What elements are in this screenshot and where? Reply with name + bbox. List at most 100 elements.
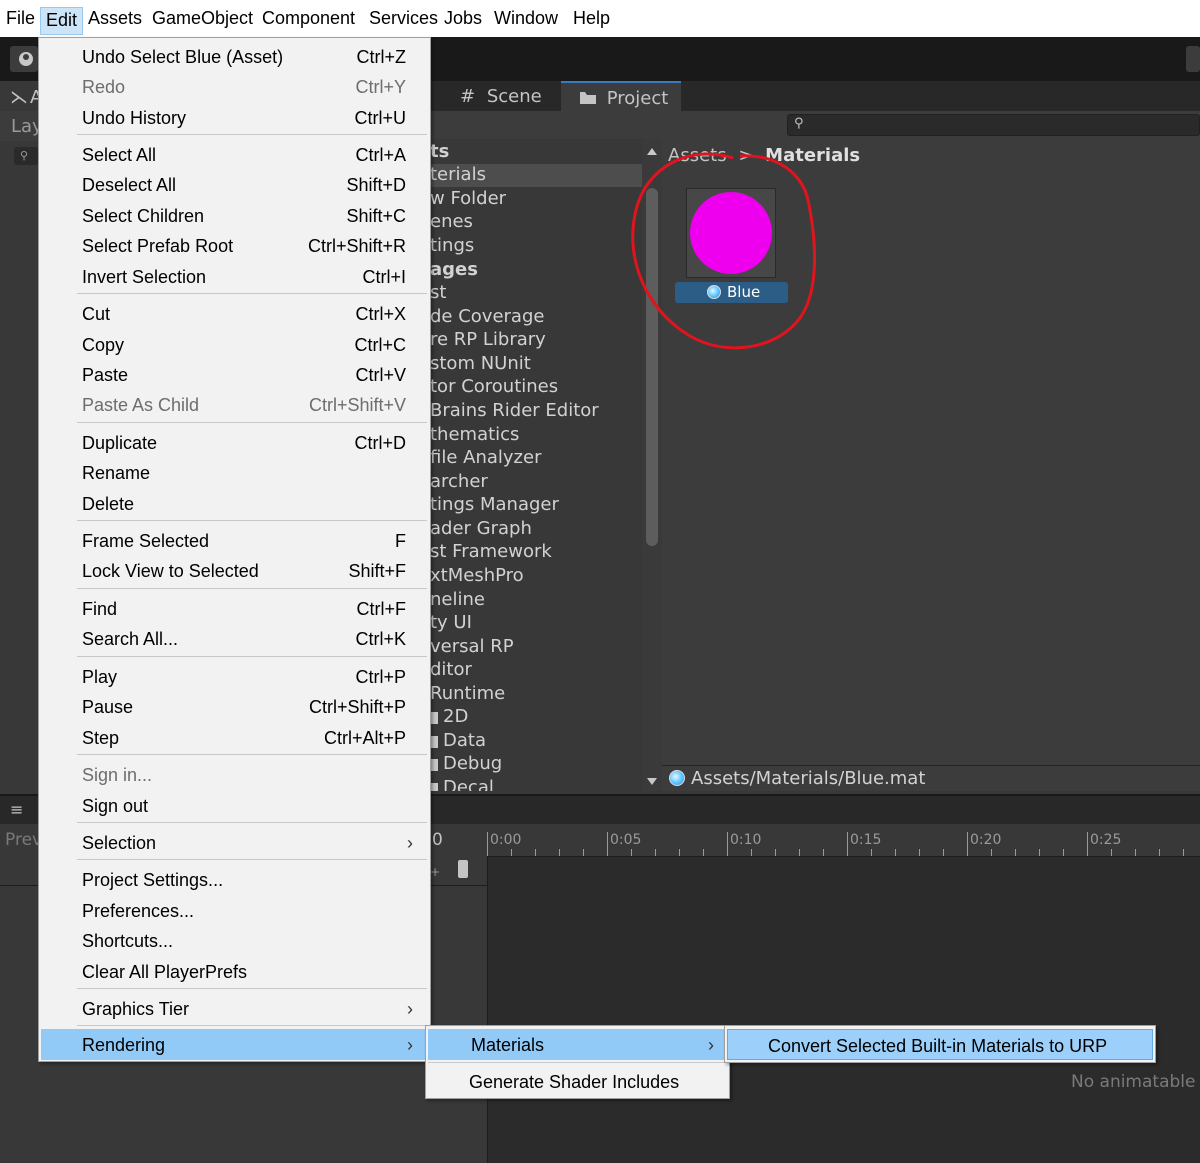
animation-tab-icon[interactable]: ≡	[10, 800, 23, 819]
chevron-right-icon: ›	[407, 833, 413, 853]
menu-item-lock-view[interactable]: Lock View to Selected Shift+F	[39, 555, 430, 585]
tree-item[interactable]: neline	[430, 589, 642, 612]
no-animatable-text: No animatable	[1071, 1072, 1196, 1092]
scroll-down-icon[interactable]	[647, 778, 657, 785]
menu-separator	[77, 134, 427, 135]
menu-item-clear-playerprefs[interactable]: Clear All PlayerPrefs	[39, 956, 430, 986]
tree-item[interactable]: re RP Library	[430, 329, 642, 352]
tree-item[interactable]: st Framework	[430, 541, 642, 564]
tree-item[interactable]: ts	[430, 141, 642, 164]
tab-project-label: Project	[606, 88, 669, 109]
layout-button[interactable]	[1186, 46, 1200, 72]
menu-item-sign-out[interactable]: Sign out	[39, 790, 430, 820]
frame-field[interactable]: 0	[432, 830, 443, 850]
tree-item[interactable]: file Analyzer	[430, 447, 642, 470]
chevron-right-icon: ›	[407, 1035, 413, 1055]
menu-item-selection[interactable]: Selection ›	[39, 827, 430, 857]
menu-item-select-prefab-root[interactable]: Select Prefab Root Ctrl+Shift+R	[39, 230, 430, 260]
tick-label: 0:10	[730, 832, 762, 848]
tree-item-packages[interactable]: ages	[430, 259, 642, 282]
tree-item[interactable]: versal RP	[430, 636, 642, 659]
menu-item-find[interactable]: Find Ctrl+F	[39, 593, 430, 623]
tree-item[interactable]: tings Manager	[430, 494, 642, 517]
tree-item[interactable]: st	[430, 282, 642, 305]
menu-edit[interactable]: Edit	[40, 7, 84, 35]
menu-item-delete[interactable]: Delete	[39, 488, 430, 518]
menu-item-cut[interactable]: Cut Ctrl+X	[39, 298, 430, 328]
menu-item-deselect-all[interactable]: Deselect All Shift+D	[39, 169, 430, 199]
menu-services[interactable]: Services	[369, 8, 438, 29]
menu-item-rendering[interactable]: Rendering ›	[41, 1029, 428, 1060]
timeline-area[interactable]	[487, 824, 1200, 1163]
tree-item[interactable]: Brains Rider Editor	[430, 400, 642, 423]
tree-item[interactable]: ditor	[430, 659, 642, 682]
menu-separator	[77, 656, 427, 657]
hierarchy-tab-icon[interactable]: ⋋	[10, 87, 28, 108]
tree-item[interactable]: xtMeshPro	[430, 565, 642, 588]
menu-component[interactable]: Component	[262, 8, 355, 29]
preview-button[interactable]: Prev	[5, 830, 42, 850]
add-event-icon[interactable]: +	[430, 865, 440, 879]
folder-icon	[430, 712, 438, 724]
tree-item[interactable]: Data	[430, 730, 642, 753]
menu-item-paste[interactable]: Paste Ctrl+V	[39, 359, 430, 389]
menu-jobs[interactable]: Jobs	[444, 8, 482, 29]
menu-item-shortcuts[interactable]: Shortcuts...	[39, 925, 430, 955]
menu-item-preferences[interactable]: Preferences...	[39, 895, 430, 925]
menu-item-duplicate[interactable]: Duplicate Ctrl+D	[39, 427, 430, 457]
tree-item[interactable]: w Folder	[430, 188, 642, 211]
tree-item[interactable]: enes	[430, 211, 642, 234]
tree-item[interactable]: Runtime	[430, 683, 642, 706]
menu-item-project-settings[interactable]: Project Settings...	[39, 864, 430, 894]
red-annotation-circle	[631, 152, 816, 350]
menu-item-pause[interactable]: Pause Ctrl+Shift+P	[39, 691, 430, 721]
menu-item-copy[interactable]: Copy Ctrl+C	[39, 329, 430, 359]
tab-scene[interactable]: # Scene	[442, 81, 570, 111]
tree-item[interactable]: tor Coroutines	[430, 376, 642, 399]
menu-item-search-all[interactable]: Search All... Ctrl+K	[39, 623, 430, 653]
menu-item-invert-selection[interactable]: Invert Selection Ctrl+I	[39, 261, 430, 291]
menu-file[interactable]: File	[6, 8, 35, 29]
menu-separator	[77, 422, 427, 423]
project-folder-tree: ts terials w Folder enes tings ages st d…	[430, 139, 642, 791]
tree-item[interactable]: 2D	[430, 706, 642, 729]
menu-item-step[interactable]: Step Ctrl+Alt+P	[39, 722, 430, 752]
hierarchy-search-icon[interactable]: ⚲	[14, 147, 38, 165]
menu-item-materials[interactable]: Materials ›	[428, 1029, 727, 1060]
menu-window[interactable]: Window	[494, 8, 558, 29]
tree-item[interactable]: ty UI	[430, 612, 642, 635]
menu-item-undo[interactable]: Undo Select Blue (Asset) Ctrl+Z	[39, 41, 430, 71]
menu-separator	[77, 754, 427, 755]
menu-item-rename[interactable]: Rename	[39, 457, 430, 487]
tree-item[interactable]: tings	[430, 235, 642, 258]
timeline-ruler[interactable]: 0:00 0:05 0:10 0:15 0:20 0:25	[487, 824, 1200, 857]
account-button[interactable]	[10, 46, 38, 72]
menu-separator	[77, 988, 427, 989]
menu-gameobject[interactable]: GameObject	[152, 8, 253, 29]
menu-item-graphics-tier[interactable]: Graphics Tier ›	[39, 993, 430, 1023]
add-keyframe-icon[interactable]	[458, 860, 468, 878]
tree-item[interactable]: archer	[430, 471, 642, 494]
tab-scene-label: Scene	[486, 86, 542, 107]
edit-menu: Undo Select Blue (Asset) Ctrl+Z Redo Ctrl+…	[38, 37, 431, 1062]
menu-item-convert-to-urp[interactable]: Convert Selected Built-in Materials to U…	[727, 1029, 1153, 1060]
menu-separator	[428, 1062, 727, 1063]
menu-item-generate-shader-includes[interactable]: Generate Shader Includes	[426, 1066, 729, 1096]
menu-help[interactable]: Help	[573, 8, 610, 29]
project-search-input[interactable]: ⚲	[787, 114, 1200, 136]
tab-project[interactable]: Project	[561, 81, 681, 111]
menu-item-select-all[interactable]: Select All Ctrl+A	[39, 139, 430, 169]
tree-item-materials[interactable]: terials	[430, 164, 642, 187]
tree-item[interactable]: stom NUnit	[430, 353, 642, 376]
menu-item-play[interactable]: Play Ctrl+P	[39, 661, 430, 691]
tree-item[interactable]: Decal	[430, 777, 642, 791]
menu-item-frame-selected[interactable]: Frame Selected F	[39, 525, 430, 555]
chevron-right-icon: ›	[407, 999, 413, 1019]
tree-item[interactable]: Debug	[430, 753, 642, 776]
menu-assets[interactable]: Assets	[88, 8, 142, 29]
tree-item[interactable]: thematics	[430, 424, 642, 447]
menu-item-select-children[interactable]: Select Children Shift+C	[39, 200, 430, 230]
menu-item-undo-history[interactable]: Undo History Ctrl+U	[39, 102, 430, 132]
tree-item[interactable]: de Coverage	[430, 306, 642, 329]
tree-item[interactable]: ader Graph	[430, 518, 642, 541]
